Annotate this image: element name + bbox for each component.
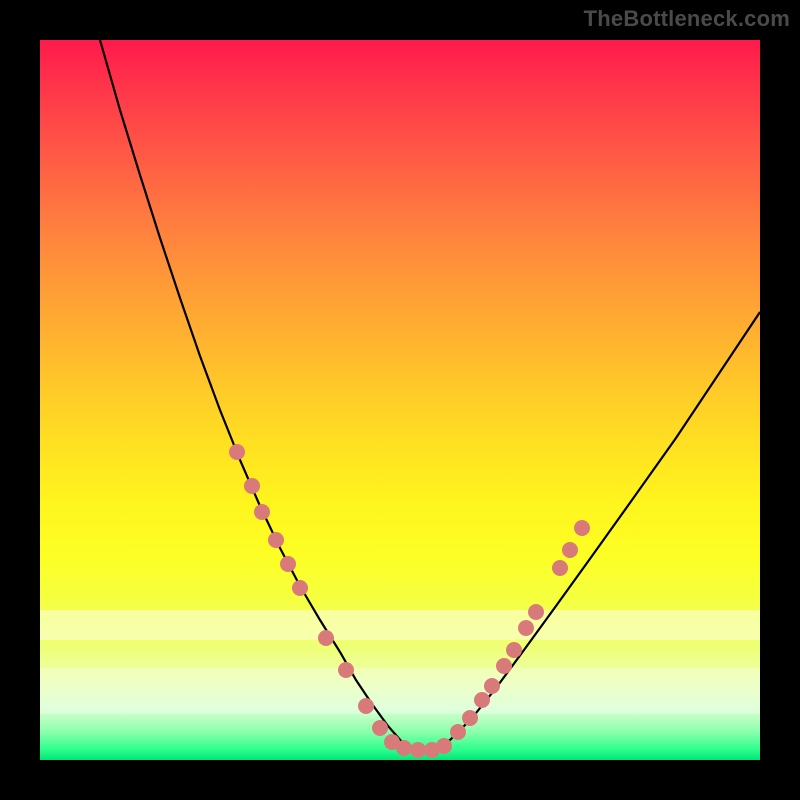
curve-marker — [268, 532, 284, 548]
curve-marker — [358, 698, 374, 714]
curve-marker — [528, 604, 544, 620]
curve-marker — [396, 740, 412, 756]
bottleneck-curve — [100, 40, 760, 750]
curve-marker — [462, 710, 478, 726]
curve-marker — [280, 556, 296, 572]
curve-marker — [518, 620, 534, 636]
chart-svg — [40, 40, 760, 760]
curve-marker — [229, 444, 245, 460]
curve-marker — [410, 742, 426, 758]
curve-marker — [574, 520, 590, 536]
plot-area — [40, 40, 760, 760]
curve-marker — [254, 504, 270, 520]
curve-markers — [229, 444, 590, 758]
curve-marker — [244, 478, 260, 494]
curve-marker — [372, 720, 388, 736]
chart-frame: TheBottleneck.com — [0, 0, 800, 800]
watermark: TheBottleneck.com — [584, 6, 790, 32]
curve-marker — [496, 658, 512, 674]
curve-marker — [292, 580, 308, 596]
curve-marker — [318, 630, 334, 646]
curve-marker — [450, 724, 466, 740]
curve-marker — [562, 542, 578, 558]
curve-marker — [484, 678, 500, 694]
curve-marker — [506, 642, 522, 658]
curve-marker — [474, 692, 490, 708]
curve-marker — [552, 560, 568, 576]
curve-marker — [338, 662, 354, 678]
curve-marker — [436, 738, 452, 754]
